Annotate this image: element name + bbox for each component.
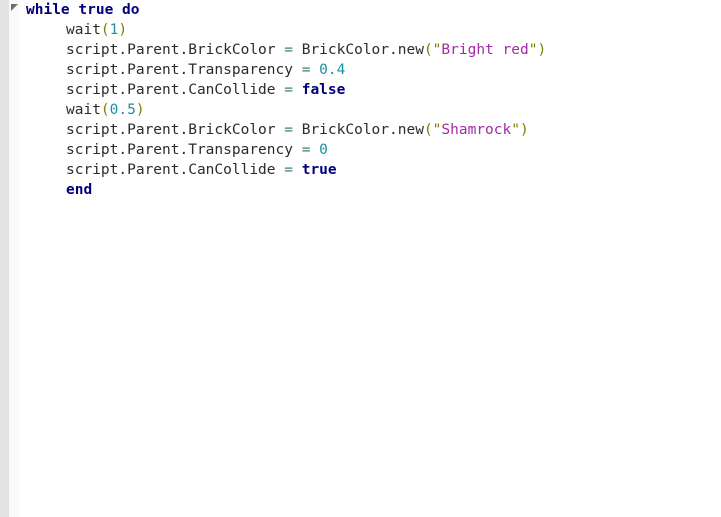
code-token: true xyxy=(301,162,337,178)
code-line[interactable]: wait(1) xyxy=(20,20,721,40)
code-token: 0.4 xyxy=(319,62,346,78)
code-token: script.Parent.BrickColor xyxy=(66,42,285,58)
code-token: ( xyxy=(100,102,110,118)
code-token: script.Parent.CanCollide xyxy=(66,82,285,98)
code-token: Bright red xyxy=(441,42,529,58)
code-token: BrickColor.new xyxy=(292,42,424,58)
code-line[interactable]: end xyxy=(20,180,721,200)
code-token: script.Parent.CanCollide xyxy=(66,162,285,178)
code-token: wait xyxy=(66,22,101,38)
code-token: = xyxy=(284,42,293,58)
code-token: do xyxy=(122,2,140,18)
code-token: end xyxy=(66,182,93,198)
code-token: " xyxy=(511,122,520,138)
code-token: = xyxy=(284,82,293,98)
code-editor-window: while true do wait(1) script.Parent.BrickC… xyxy=(0,0,721,517)
code-token: = xyxy=(284,122,293,138)
code-line[interactable]: script.Parent.CanCollide = true xyxy=(20,160,721,180)
code-token: ( xyxy=(423,42,433,58)
code-token: = xyxy=(284,162,293,178)
code-line[interactable]: script.Parent.BrickColor = BrickColor.ne… xyxy=(20,120,721,140)
code-line[interactable]: script.Parent.BrickColor = BrickColor.ne… xyxy=(20,40,721,60)
code-token: script.Parent.Transparency xyxy=(66,142,302,158)
code-token: ) xyxy=(135,102,145,118)
code-token: ( xyxy=(100,22,110,38)
code-token: while xyxy=(26,2,70,18)
code-token: 0 xyxy=(319,142,328,158)
code-token: wait xyxy=(66,102,101,118)
code-token: 0.5 xyxy=(109,102,136,118)
code-line[interactable]: wait(0.5) xyxy=(20,100,721,120)
code-token: ( xyxy=(423,122,433,138)
code-token: script.Parent.Transparency xyxy=(66,62,302,78)
code-token: ) xyxy=(537,42,547,58)
editor-gutter[interactable] xyxy=(0,0,20,517)
code-text-area[interactable]: while true do wait(1) script.Parent.BrickC… xyxy=(20,0,721,517)
code-line[interactable]: script.Parent.CanCollide = false xyxy=(20,80,721,100)
code-token: Shamrock xyxy=(441,122,512,138)
code-token: BrickColor.new xyxy=(292,122,424,138)
code-token: false xyxy=(301,82,346,98)
code-token: true xyxy=(78,2,114,18)
code-token: ) xyxy=(118,22,128,38)
code-line[interactable]: while true do xyxy=(20,0,721,20)
code-token: script.Parent.BrickColor xyxy=(66,122,285,138)
code-line[interactable]: script.Parent.Transparency = 0.4 xyxy=(20,60,721,80)
code-token: ) xyxy=(519,122,529,138)
code-line[interactable]: script.Parent.Transparency = 0 xyxy=(20,140,721,160)
gutter-band xyxy=(0,0,9,517)
fold-collapse-triangle-icon[interactable] xyxy=(11,4,18,11)
